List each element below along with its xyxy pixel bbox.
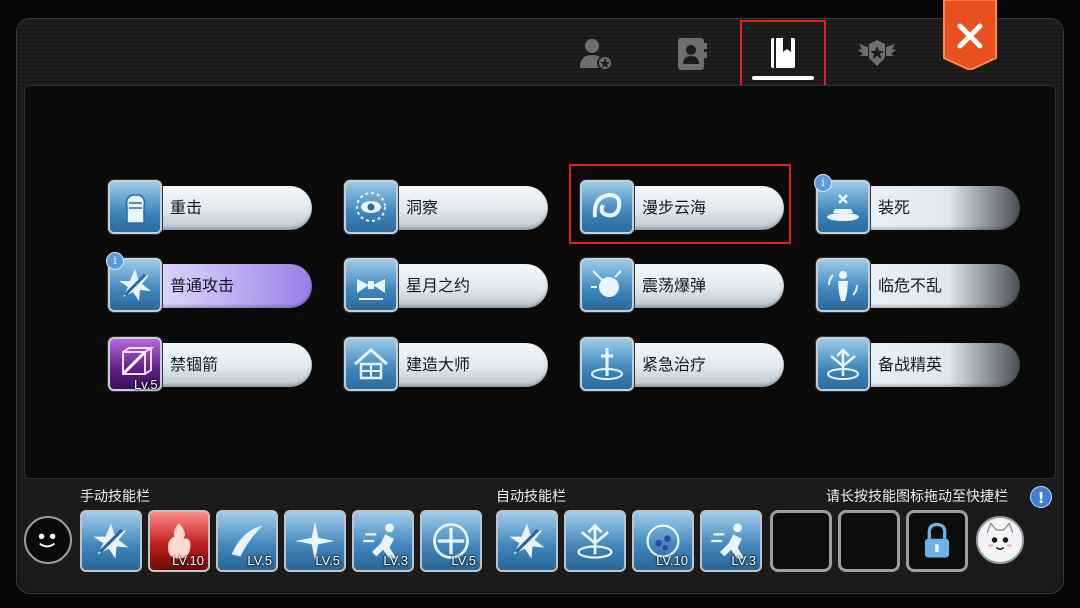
- auto-skill-slot[interactable]: [564, 510, 626, 572]
- auto-skill-slot[interactable]: [496, 510, 558, 572]
- skill-item[interactable]: 紧急治疗: [580, 337, 784, 395]
- skill-item[interactable]: 备战精英: [816, 337, 1020, 395]
- sword-circle-icon: [580, 337, 634, 391]
- slot-level: LV.10: [172, 553, 204, 568]
- slot-level: LV.5: [451, 553, 476, 568]
- skill-name: 星月之约: [406, 276, 471, 295]
- auto-skill-bar-label: 自动技能栏: [496, 489, 566, 505]
- person-cycle-icon: [816, 258, 870, 312]
- person-star-icon: [580, 39, 613, 71]
- profile-tab[interactable]: [552, 20, 638, 88]
- skill-name: 紧急治疗: [642, 355, 707, 374]
- skill-item[interactable]: Lv.5 禁锢箭: [108, 337, 312, 395]
- skill-book-tab[interactable]: [740, 20, 826, 88]
- skill-name: 禁锢箭: [170, 355, 219, 374]
- info-badge[interactable]: i: [106, 252, 124, 270]
- face-icon: [38, 533, 56, 548]
- skill-level: Lv.5: [134, 377, 158, 392]
- slot-level: LV.5: [247, 553, 272, 568]
- manual-skill-slot[interactable]: LV.5: [284, 510, 346, 572]
- skill-name: 洞察: [406, 198, 439, 217]
- arrows-up-icon: [577, 523, 613, 559]
- slot-level: LV.10: [656, 553, 688, 568]
- fist-icon: [108, 180, 162, 234]
- close-icon: [943, 0, 997, 72]
- cat-face-icon: [986, 522, 1014, 550]
- active-tab-indicator: [752, 76, 814, 80]
- book-icon: [771, 38, 795, 68]
- manual-skill-slot[interactable]: LV.5: [420, 510, 482, 572]
- slot-level: LV.5: [315, 553, 340, 568]
- auto-bar-cat-icon[interactable]: [976, 516, 1024, 564]
- skill-item[interactable]: 星月之约: [344, 258, 548, 316]
- skill-item[interactable]: 震荡爆弹: [580, 258, 784, 316]
- drag-hint-text: 请长按技能图标拖动至快捷栏: [826, 489, 1008, 505]
- sword-burst-icon: [93, 523, 129, 559]
- manual-skill-slot[interactable]: LV.10: [148, 510, 210, 572]
- manual-skill-slot[interactable]: LV.5: [216, 510, 278, 572]
- auto-skill-slot[interactable]: LV.10: [632, 510, 694, 572]
- manual-skill-bar-label: 手动技能栏: [80, 489, 150, 505]
- skill-item[interactable]: 洞察: [344, 180, 548, 238]
- skill-name: 震荡爆弹: [642, 276, 707, 295]
- skill-item[interactable]: 临危不乱: [816, 258, 1020, 316]
- skill-name: 重击: [170, 198, 203, 217]
- eye-sun-icon: [344, 180, 398, 234]
- skill-name: 临危不乱: [878, 276, 943, 295]
- slot-level: LV.3: [731, 553, 756, 568]
- empty-skill-slot[interactable]: [838, 510, 900, 572]
- contacts-tab[interactable]: [648, 20, 734, 88]
- contact-book-icon: [678, 38, 707, 70]
- manual-skill-slot[interactable]: LV.3: [352, 510, 414, 572]
- winged-star-emblem-icon: [858, 40, 896, 66]
- manual-bar-face-icon[interactable]: [24, 516, 72, 564]
- auto-skill-slot[interactable]: LV.3: [700, 510, 762, 572]
- emblem-tab[interactable]: [834, 20, 920, 88]
- arrows-up-icon: [816, 337, 870, 391]
- skill-item[interactable]: i 装死: [814, 174, 1020, 238]
- skill-name: 装死: [878, 198, 911, 217]
- bow-tie-icon: [344, 258, 398, 312]
- lock-icon: [924, 522, 950, 558]
- slot-level: LV.3: [383, 553, 408, 568]
- skill-name: 普通攻击: [170, 276, 235, 295]
- sword-burst-icon: [509, 523, 545, 559]
- empty-skill-slot[interactable]: [770, 510, 832, 572]
- skill-item[interactable]: 建造大师: [344, 337, 548, 395]
- close-button[interactable]: [942, 0, 998, 72]
- skill-item[interactable]: i 普通攻击: [106, 252, 312, 316]
- locked-skill-slot[interactable]: [906, 510, 968, 572]
- bomb-icon: [580, 258, 634, 312]
- skill-name: 建造大师: [406, 355, 471, 374]
- skill-name: 备战精英: [878, 355, 943, 374]
- selected-skill-highlight: [569, 164, 791, 244]
- help-button[interactable]: !: [1030, 486, 1052, 508]
- house-icon: [344, 337, 398, 391]
- manual-skill-slot[interactable]: [80, 510, 142, 572]
- skill-item[interactable]: 重击: [108, 180, 312, 238]
- info-badge[interactable]: i: [814, 174, 832, 192]
